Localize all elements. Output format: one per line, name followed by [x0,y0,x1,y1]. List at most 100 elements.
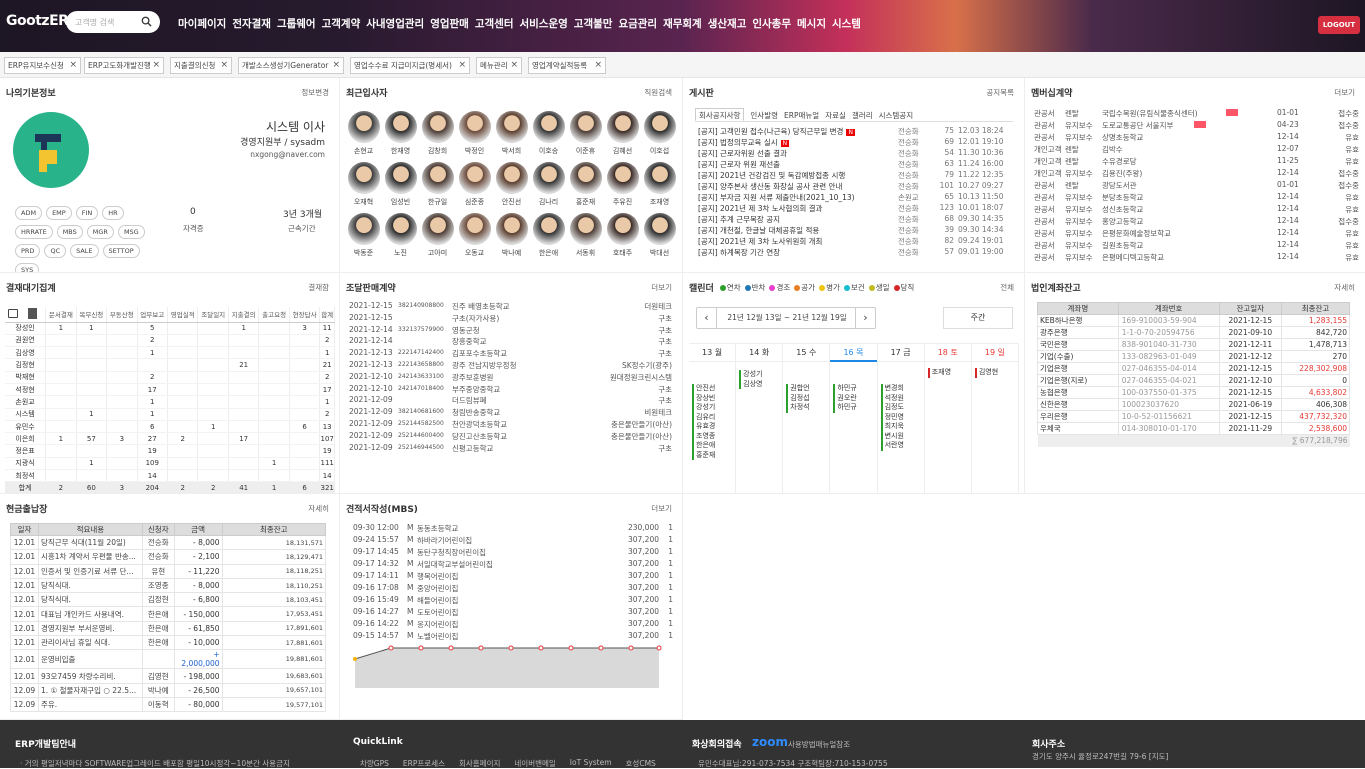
hire-card[interactable]: 심준종 [456,162,493,207]
membership-row[interactable]: 개인고객 유지보수 김용진(주왕) 12-14 접수중 [1034,168,1359,180]
event-chip[interactable]: 김상영 [739,379,782,389]
menu-item[interactable]: 서비스운영 [519,16,567,31]
event-chip[interactable]: 강성기 [739,370,782,380]
board-tab[interactable]: 회사공지사항 [695,108,745,121]
open-tab[interactable]: ERP유지보수신청 × [4,57,81,74]
close-icon[interactable]: × [220,58,228,73]
board-tab[interactable]: 갤러리 [852,108,873,121]
hire-card[interactable]: 안진선 [493,162,530,207]
event-chip[interactable]: 최지욱 [880,422,924,432]
week-view-button[interactable]: 주간 [943,307,1013,329]
event-chip[interactable]: 서란영 [880,441,924,451]
table-row[interactable]: 우체국 014-308010-01-170 2021-11-29 2,538,600 [1037,422,1350,435]
table-row[interactable]: 김정현 21 21 [5,358,335,372]
close-icon[interactable]: × [332,58,340,73]
event-chip[interactable]: 한은애 [692,441,735,451]
role-tag[interactable]: QC [44,244,67,258]
day-column[interactable]: 14 화 강성기 김상영 [736,344,784,493]
procurement-more-link[interactable]: 더보기 [651,282,672,293]
event-chip[interactable]: 권오란 [833,393,876,403]
table-row[interactable]: 12.01 93오7459 차량수리비. 김영현 - 198,000 19,683,60… [10,668,327,684]
membership-row[interactable]: 관공서 유지보수 분당초등학교 12-14 유효 [1034,192,1359,204]
role-tag[interactable]: HR [102,206,124,220]
procurement-row[interactable]: 2021-12-09 252144600400 당진고산초등학교 충은물만들기(아산) [349,431,672,443]
role-tag[interactable]: SETTOP [102,244,140,258]
table-row[interactable]: 기업(수출) 133-082963-01-049 2021-12-12 270 [1037,350,1350,363]
event-chip[interactable]: 석정원 [880,393,924,403]
day-column[interactable]: 15 수 권합언 김정섭 차정석 [783,344,831,493]
legend-item[interactable]: 반차 [744,281,765,294]
hire-card[interactable]: 한규일 [419,162,456,207]
estimate-row[interactable]: 09-17 14:45 M 동탄구청직장어린이집 307,200 1 [353,547,673,559]
legend-item[interactable]: 당직 [893,281,914,294]
hire-card[interactable]: 고아미 [419,213,456,258]
membership-row[interactable]: 관공서 유지보수 은평문화예술정보학교 12-14 유효 [1034,228,1359,240]
quicklink[interactable]: IoT System [570,758,612,769]
table-row[interactable]: 12.01 당직식대. 조영종 - 8,000 18,110,251 [10,577,327,594]
hire-card[interactable]: 김나리 [530,162,567,207]
membership-row[interactable]: 관공서 렌탈 국립수목원(유림식물종식센터) 01-01 접수중 [1034,108,1359,120]
role-tag[interactable]: PRD [15,244,41,258]
legend-item[interactable]: 생일 [868,281,890,294]
hire-card[interactable]: 주유진 [604,162,641,207]
procurement-row[interactable]: 2021-12-15 382140908800 진주 배영초등학교 더원테크 [349,301,672,313]
estimate-row[interactable]: 09-16 14:22 M 옹지어린이집 307,200 1 [353,619,673,631]
estimate-row[interactable]: 09-16 15:49 M 해들어린이집 307,200 1 [353,595,673,607]
board-tab[interactable]: 시스템공지 [879,108,914,121]
legend-item[interactable]: 공가 [794,281,815,294]
role-tag[interactable]: MGR [86,225,114,239]
event-chip[interactable]: 조영종 [692,431,735,441]
membership-row[interactable]: 관공서 유지보수 도로교통공단 서울지부 04-23 접수중 [1034,120,1359,132]
role-tag[interactable]: SYS [15,263,40,272]
approval-box-link[interactable]: 결재함 [308,282,329,293]
table-row[interactable]: 12.01 당직식대. 김정현 - 6,800 18,103,451 [10,592,327,608]
post-row[interactable]: [공지] 2021년 건강검진 및 독감예방접종 시행 전승화 79 11.22 12… [698,170,1013,181]
estimate-more-link[interactable]: 더보기 [651,503,672,514]
table-row[interactable]: 12.01 대표님 개인카드 사용내역. 한은애 - 150,000 17,953,45… [10,606,327,622]
hire-card[interactable]: 한은애 [530,213,567,258]
post-row[interactable]: [공지] 고객민원 접수(나근육) 당직근무일 변경 N 전승화 75 12.03 18… [698,126,1013,137]
event-chip[interactable]: 하민규 [833,403,876,413]
table-row[interactable]: 광주은행 1-1-0-70-20594756 2021-09-10 842,720 [1037,326,1350,339]
legend-item[interactable]: 경조 [769,281,790,294]
post-row[interactable]: [공지] 2021년 제 3차 노사협의회 결과 전승화 123 10.01 18:0… [698,203,1013,214]
role-tag[interactable]: SALE [70,244,99,258]
search-icon[interactable] [141,16,152,27]
table-row[interactable]: 농협은행 100-037550-01-375 2021-12-15 4,633,802 [1037,386,1350,399]
menu-item[interactable]: 그룹웨어 [277,16,316,31]
open-tab[interactable]: ERP고도화개발진행 × [84,57,164,74]
hire-card[interactable]: 박대선 [641,213,678,258]
table-row[interactable]: 12.09 주유. 이동혁 - 80,000 19,577,101 [10,696,327,713]
next-week-button[interactable]: › [855,308,875,328]
table-row[interactable]: 김상영 1 1 [5,346,335,360]
hire-card[interactable]: 이준휴 [567,111,604,156]
post-row[interactable]: [공지] 부자금 지원 서류 제출안내(2021_10_13) 손원교 65 10.1… [698,192,1013,203]
menu-item[interactable]: 사내영업관리 [366,16,424,31]
membership-row[interactable]: 관공서 렌탈 광당도서관 01-01 접수중 [1034,180,1359,192]
table-row[interactable]: 석정현 17 17 [5,383,335,397]
role-tag[interactable]: MSG [117,225,145,239]
event-chip[interactable]: 조재영 [927,368,971,378]
event-chip[interactable]: 홍준재 [692,450,735,460]
hire-card[interactable]: 서동휘 [567,213,604,258]
table-row[interactable]: 12.01 관리이사님 휴일 식대. 한은애 - 10,000 17,881,601 [10,635,327,651]
event-chip[interactable]: 강성기 [692,403,735,413]
post-row[interactable]: [공지] 근로자위원 선출 결과 전승화 54 11.30 10:36 [698,148,1013,159]
hire-card[interactable]: 오동교 [456,213,493,258]
hire-card[interactable]: 김혜선 [604,111,641,156]
day-column[interactable]: 13 월 안진선 장상빈 강성기 김유리 유효경 조영종 한은애 홍준재 [689,344,737,493]
estimate-row[interactable]: 09-24 15:57 M 하바라기어린이집 307,200 1 [353,535,673,547]
post-row[interactable]: [공지] 하계복장 기간 연장 전승화 57 09.01 19:00 [698,247,1013,258]
table-row[interactable]: 신한은행 100023037620 2021-06-19 406,308 [1037,398,1350,411]
post-row[interactable]: [공지] 양주본사 생산동 화장실 공사 관련 안내 전승화 101 10.27 09… [698,181,1013,192]
table-row[interactable]: 박재현 2 2 [5,371,335,384]
event-chip[interactable]: 변시원 [880,431,924,441]
table-row[interactable]: 12.09 1. ① 철물자재구입 ○ 22.5... 박나예 - 26,500 19,… [10,682,327,698]
hire-card[interactable]: 한재영 [382,111,419,156]
menu-item[interactable]: 고객계약 [322,16,361,31]
quicklink[interactable]: ERP프로세스 [403,758,445,769]
employee-search-link[interactable]: 직원검색 [644,87,672,98]
event-chip[interactable]: 차정석 [786,403,829,413]
estimate-row[interactable]: 09-16 14:27 M 도토어린이집 307,200 1 [353,607,673,619]
estimate-row[interactable]: 09-17 14:32 M 서일대학교부설어린이집 307,200 1 [353,559,673,571]
